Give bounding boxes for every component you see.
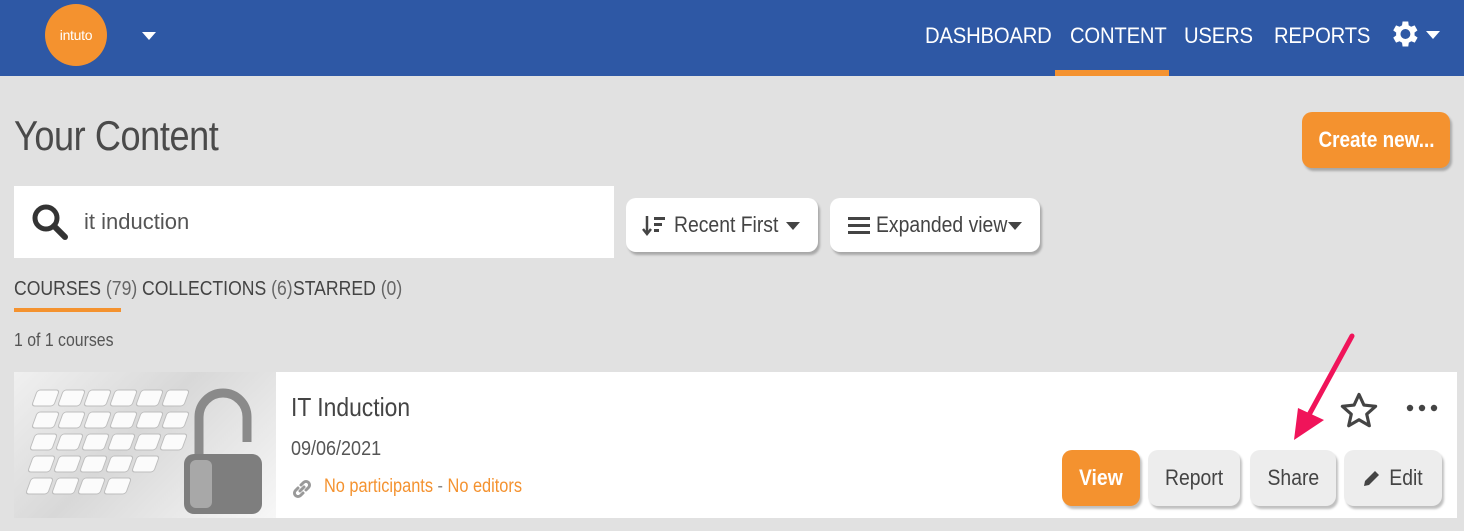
course-thumbnail[interactable] [14,372,276,518]
report-button[interactable]: Report [1148,450,1240,506]
nav-reports[interactable]: REPORTS [1274,0,1370,76]
editors-link[interactable]: No editors [448,476,522,497]
tab-courses[interactable]: COURSES (79) [14,278,137,301]
view-dropdown[interactable]: Expanded view [830,198,1040,252]
page-title: Your Content [14,112,219,159]
course-title[interactable]: IT Induction [291,392,410,423]
pencil-icon [1364,471,1379,486]
result-count: 1 of 1 courses [14,330,114,350]
edit-button[interactable]: Edit [1344,450,1442,506]
participants-link[interactable]: No participants [324,476,433,497]
nav-users[interactable]: USERS [1184,0,1253,76]
list-icon [848,217,870,234]
course-date: 09/06/2021 [291,438,382,460]
settings-dropdown-caret-icon[interactable] [1426,31,1440,39]
link-icon [292,479,312,499]
sort-dropdown[interactable]: Recent First [626,198,818,252]
logo-dropdown-caret-icon[interactable] [142,32,156,40]
active-tab-indicator [14,308,121,312]
meta-separator: - [437,476,443,497]
search-icon [32,204,68,240]
share-button[interactable]: Share [1250,450,1336,506]
intuto-logo[interactable]: intuto [45,4,107,66]
keyboard-padlock-image [25,388,262,514]
view-dropdown-label: Expanded view [876,212,1008,237]
sort-dropdown-label: Recent First [674,212,779,237]
tab-starred[interactable]: STARRED (0) [293,278,402,301]
create-new-button[interactable]: Create new... [1302,112,1450,168]
chevron-down-icon [1008,222,1022,230]
top-navigation-bar: intuto DASHBOARD CONTENT USERS REPORTS [0,0,1464,76]
course-meta: No participants - No editors [324,476,522,498]
view-button[interactable]: View [1062,450,1140,506]
sort-icon [642,216,665,236]
active-nav-indicator [1055,70,1169,76]
gear-icon[interactable] [1387,17,1421,51]
nav-dashboard[interactable]: DASHBOARD [925,0,1052,76]
annotation-arrow-icon [1294,333,1355,440]
search-box [14,186,614,258]
nav-content[interactable]: CONTENT [1070,0,1167,76]
search-input[interactable] [84,204,584,240]
chevron-down-icon [786,222,800,230]
course-card: IT Induction 09/06/2021 No participants … [14,372,1457,518]
tab-collections[interactable]: COLLECTIONS (6) [142,278,293,301]
more-options-icon[interactable] [1404,402,1440,414]
